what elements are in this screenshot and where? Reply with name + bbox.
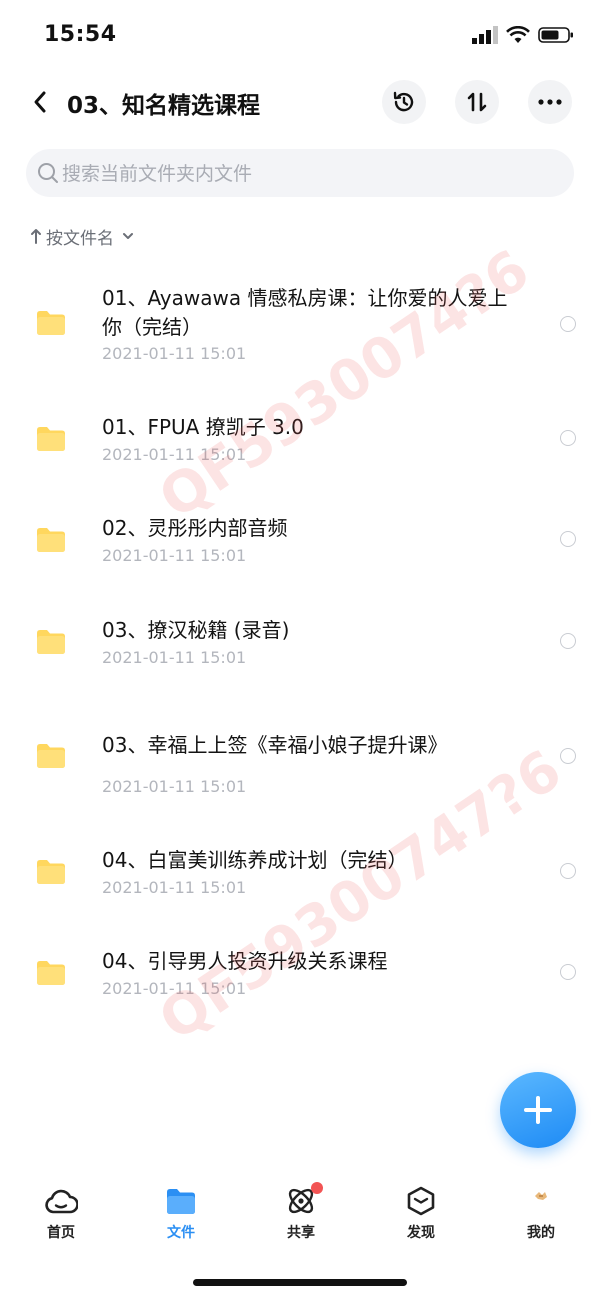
sort-button[interactable] xyxy=(455,80,499,124)
avatar-icon xyxy=(535,1192,547,1200)
file-name: 04、引导男人投资升级关系课程 xyxy=(102,949,388,973)
folder-tab-icon xyxy=(167,1189,195,1214)
notification-badge xyxy=(311,1182,323,1194)
watermark: QF5930074?6 xyxy=(148,237,541,532)
file-row[interactable]: 02、灵彤彤内部音频 2021-01-11 15:01 xyxy=(0,514,600,574)
file-name: 01、Ayawawa 情感私房课：让你爱的人爱上你（完结） xyxy=(102,286,508,339)
file-row[interactable]: 04、白富美训练养成计划（完结） 2021-01-11 15:01 xyxy=(0,846,600,906)
file-name: 01、FPUA 撩凯子 3.0 xyxy=(102,415,304,439)
tab-label: 首页 xyxy=(47,1225,75,1241)
history-icon xyxy=(393,91,414,112)
select-circle[interactable] xyxy=(560,633,576,649)
file-name: 02、灵彤彤内部音频 xyxy=(102,516,288,540)
share-icon-wrap xyxy=(285,1182,323,1216)
tab-home[interactable]: 首页 xyxy=(21,1186,101,1242)
plus-icon xyxy=(524,1096,552,1124)
select-circle[interactable] xyxy=(560,964,576,980)
tab-label: 我的 xyxy=(527,1225,555,1241)
file-row[interactable]: 01、FPUA 撩凯子 3.0 2021-01-11 15:01 xyxy=(0,413,600,473)
folder-icon xyxy=(37,311,65,335)
back-button[interactable] xyxy=(22,84,58,120)
tab-label: 共享 xyxy=(287,1225,315,1241)
cube-discover-icon xyxy=(407,1186,435,1216)
tab-discover[interactable]: 发现 xyxy=(381,1186,461,1242)
search-input[interactable] xyxy=(60,149,564,199)
more-dots-icon xyxy=(538,99,562,105)
sort-selector[interactable]: 按文件名 xyxy=(30,222,134,250)
file-date: 2021-01-11 15:01 xyxy=(102,878,247,897)
file-date: 2021-01-11 15:01 xyxy=(102,979,247,998)
wifi-icon xyxy=(506,26,530,43)
folder-icon xyxy=(37,528,65,552)
more-button[interactable] xyxy=(528,80,572,124)
chevron-left-icon xyxy=(34,91,46,113)
sort-arrows-icon xyxy=(467,92,487,112)
folder-icon xyxy=(37,427,65,451)
file-row[interactable]: 03、幸福上上签《幸福小娘子提升课》 2021-01-11 15:01 xyxy=(0,731,600,801)
bottom-tab-bar: 首页 文件 共享 发现 我的 xyxy=(0,1170,600,1266)
chevron-down-icon xyxy=(123,233,133,239)
search-box[interactable] xyxy=(26,149,574,199)
file-date: 2021-01-11 15:01 xyxy=(102,344,247,363)
status-time: 15:54 xyxy=(44,22,117,47)
tab-share[interactable]: 共享 xyxy=(261,1182,341,1242)
add-button[interactable] xyxy=(500,1072,576,1148)
search-icon xyxy=(38,163,58,183)
file-date: 2021-01-11 15:01 xyxy=(102,648,247,667)
select-circle[interactable] xyxy=(560,531,576,547)
status-icons xyxy=(472,26,574,44)
page-title: 03、知名精选课程 xyxy=(67,93,261,119)
tab-label: 文件 xyxy=(167,1225,195,1241)
tab-mine[interactable]: 我的 xyxy=(501,1186,581,1242)
cloud-home-icon xyxy=(45,1189,78,1214)
folder-icon xyxy=(37,630,65,654)
file-name: 03、撩汉秘籍 (录音) xyxy=(102,618,290,642)
file-row[interactable]: 03、撩汉秘籍 (录音) 2021-01-11 15:01 xyxy=(0,616,600,676)
arrow-up-icon xyxy=(31,229,41,244)
file-row[interactable]: 04、引导男人投资升级关系课程 2021-01-11 15:01 xyxy=(0,947,600,1007)
tab-label: 发现 xyxy=(407,1225,435,1241)
file-row[interactable]: 01、Ayawawa 情感私房课：让你爱的人爱上你（完结） 2021-01-11… xyxy=(0,284,600,372)
file-date: 2021-01-11 15:01 xyxy=(102,546,247,565)
battery-icon xyxy=(538,27,573,43)
select-circle[interactable] xyxy=(560,863,576,879)
folder-icon xyxy=(37,860,65,884)
select-circle[interactable] xyxy=(560,430,576,446)
file-name: 04、白富美训练养成计划（完结） xyxy=(102,848,408,872)
tab-files[interactable]: 文件 xyxy=(141,1186,221,1242)
sort-label: 按文件名 xyxy=(46,228,114,249)
nav-bar: 03、知名精选课程 xyxy=(0,72,600,132)
home-indicator[interactable] xyxy=(193,1279,407,1286)
select-circle[interactable] xyxy=(560,748,576,764)
status-bar: 15:54 xyxy=(0,0,600,72)
file-date: 2021-01-11 15:01 xyxy=(102,445,247,464)
folder-icon xyxy=(37,961,65,985)
folder-icon xyxy=(37,744,65,768)
history-button[interactable] xyxy=(382,80,426,124)
signal-icon xyxy=(472,26,498,44)
file-name: 03、幸福上上签《幸福小娘子提升课》 xyxy=(102,733,448,757)
select-circle[interactable] xyxy=(560,316,576,332)
file-date: 2021-01-11 15:01 xyxy=(102,777,247,796)
